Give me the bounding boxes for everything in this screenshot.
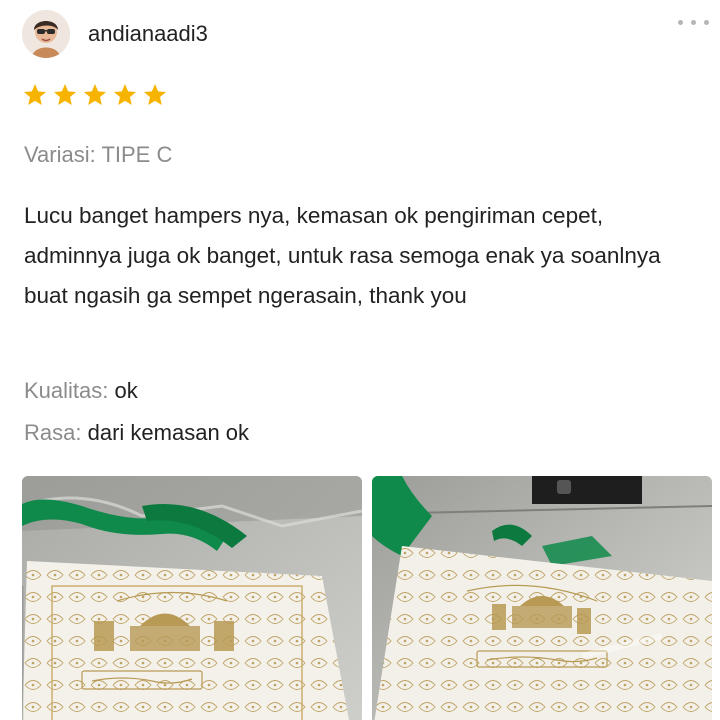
review-photo-2[interactable] [372, 476, 712, 720]
detail-quality: Kualitas: ok [24, 377, 138, 405]
detail-taste: Rasa: dari kemasan ok [24, 419, 249, 447]
review-photo-1[interactable] [22, 476, 362, 720]
detail-value: dari kemasan ok [87, 420, 250, 445]
avatar[interactable] [22, 10, 70, 58]
review-card: andianaadi3 Variasi: TIPE C Lucu banget … [0, 0, 720, 720]
star-icon [83, 83, 107, 105]
star-rating [22, 82, 172, 112]
star-icon [53, 83, 77, 105]
star-icon [143, 83, 167, 105]
detail-key: Kualitas: [24, 378, 109, 403]
review-header: andianaadi3 [22, 10, 712, 58]
reviewer-username[interactable]: andianaadi3 [88, 21, 208, 47]
star-icon [23, 83, 47, 105]
detail-key: Rasa: [24, 420, 82, 445]
hamper-box-photo-icon [372, 476, 712, 720]
star-icon [113, 83, 137, 105]
variation-value: TIPE C [101, 142, 173, 167]
variation-label: Variasi: [24, 142, 96, 167]
more-options-icon[interactable] [676, 12, 712, 32]
variation-line: Variasi: TIPE C [24, 141, 172, 169]
review-text: Lucu banget hampers nya, kemasan ok peng… [24, 203, 661, 308]
detail-value: ok [114, 378, 138, 403]
hamper-box-photo-icon [22, 476, 362, 720]
